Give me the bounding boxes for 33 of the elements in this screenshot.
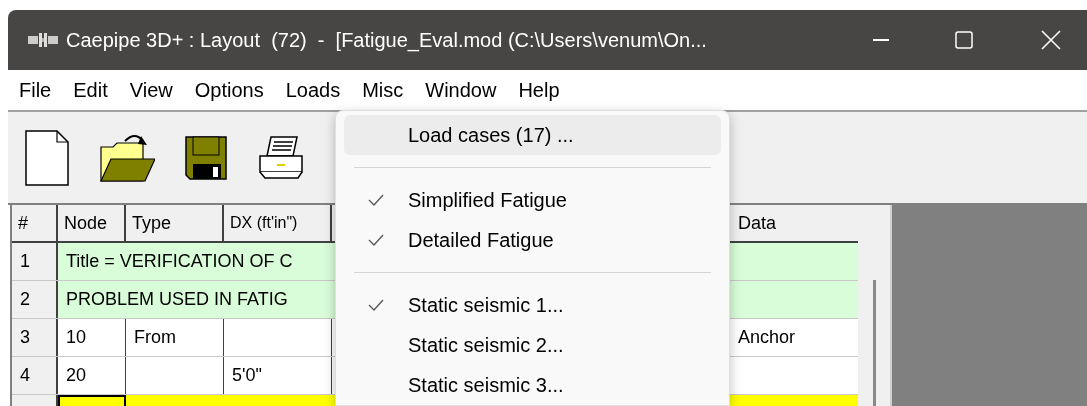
menu-item[interactable]: File <box>8 70 63 110</box>
open-folder-icon[interactable] <box>99 132 155 183</box>
dropdown-item[interactable]: Load cases (17) ... <box>344 115 721 155</box>
row-number: 2 <box>12 281 58 318</box>
pipe-icon <box>28 33 58 47</box>
dropdown-item[interactable]: Simplified Fatigue <box>344 180 721 220</box>
scrollbar[interactable] <box>858 205 890 406</box>
menu-item[interactable]: Window <box>414 70 508 110</box>
row-number: 4 <box>12 357 58 394</box>
row-number: 1 <box>12 243 58 280</box>
printer-icon[interactable] <box>257 135 305 180</box>
dropdown-item[interactable]: Static seismic 3... <box>344 365 721 405</box>
menu-item[interactable]: Edit <box>62 70 119 110</box>
menu-item[interactable]: Help <box>507 70 571 110</box>
menu-item[interactable]: View <box>118 70 184 110</box>
maximize-icon[interactable] <box>955 31 973 49</box>
row-number: 3 <box>12 319 58 356</box>
column-header: DX (ft'in") <box>224 205 332 241</box>
column-header: Data <box>737 211 778 235</box>
column-header: Type <box>126 205 224 241</box>
close-icon[interactable] <box>1041 30 1061 50</box>
check-icon <box>368 234 384 246</box>
check-icon <box>368 194 384 206</box>
column-header: # <box>12 205 58 241</box>
check-icon <box>368 299 384 311</box>
menu-item[interactable]: Misc <box>351 70 415 110</box>
new-file-icon[interactable] <box>25 129 69 186</box>
menu-item[interactable]: Loads <box>274 70 352 110</box>
window-title: Caepipe 3D+ : Layout (72) - [Fatigue_Eval.mod (C:\Users\venum\On... <box>66 28 707 54</box>
dropdown-item[interactable]: Static seismic 2... <box>344 325 721 365</box>
menu-item[interactable]: Options <box>183 70 275 110</box>
column-header: Node <box>58 205 126 241</box>
save-icon[interactable] <box>185 135 227 180</box>
